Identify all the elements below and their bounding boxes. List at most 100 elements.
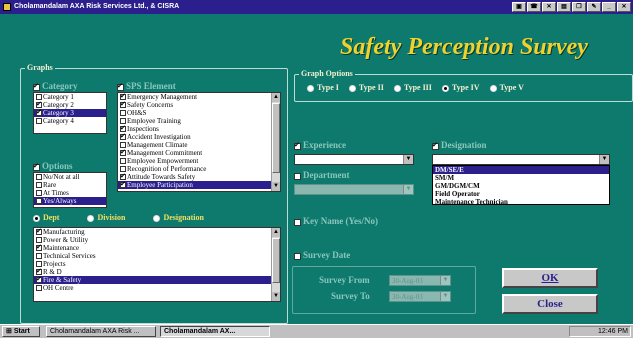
options-checkbox[interactable] — [33, 162, 40, 171]
radio-type-ii[interactable]: Type II — [348, 83, 384, 92]
survey-from-combo[interactable]: 30-Aug-03 ▼ — [389, 275, 451, 286]
list-item-checkbox[interactable] — [120, 100, 126, 109]
list-item-checkbox[interactable] — [36, 275, 42, 284]
list-item[interactable]: Management Commitment — [118, 148, 280, 157]
designation-header[interactable]: Designation — [432, 140, 487, 150]
chevron-down-icon[interactable]: ▼ — [403, 185, 413, 194]
scroll-thumb[interactable] — [272, 238, 280, 283]
list-item-checkbox[interactable] — [120, 148, 126, 157]
options-header[interactable]: Options — [33, 161, 73, 171]
list-item-checkbox[interactable] — [36, 285, 42, 292]
list-item-checkbox[interactable] — [120, 158, 126, 165]
list-item-checkbox[interactable] — [36, 243, 42, 252]
list-item-checkbox[interactable] — [36, 108, 42, 117]
chevron-down-icon[interactable]: ▼ — [440, 276, 450, 285]
list-item[interactable]: At Times — [34, 189, 106, 197]
designation-checkbox[interactable] — [432, 141, 439, 150]
list-item-checkbox[interactable] — [36, 198, 42, 205]
minimize-icon[interactable]: _ — [602, 2, 616, 12]
list-item[interactable]: Fire & Safety — [34, 275, 280, 284]
designation-option[interactable]: GM/DGM/CM — [433, 182, 609, 190]
list-item[interactable]: Category 4 — [34, 117, 106, 125]
designation-combo[interactable]: ▼ — [432, 154, 610, 165]
list-item[interactable]: Category 3 — [34, 108, 106, 117]
radio-dot[interactable] — [441, 84, 449, 92]
options-list[interactable]: No/Not at all Rare At Times Yes/Always — [33, 172, 107, 208]
sps-element-checkbox[interactable] — [117, 82, 124, 91]
chevron-down-icon[interactable]: ▼ — [403, 155, 413, 164]
department-header[interactable]: Department — [294, 170, 350, 180]
sps-element-header[interactable]: SPS Element — [117, 81, 176, 91]
department-combo[interactable]: ▼ — [294, 184, 414, 195]
ok-button[interactable]: OK — [502, 268, 598, 288]
list-item[interactable]: No/Not at all — [34, 173, 106, 181]
close-button[interactable]: Close — [502, 294, 598, 314]
list-item[interactable]: Category 2 — [34, 100, 106, 109]
key-name-header[interactable]: Key Name (Yes/No) — [294, 216, 378, 226]
radio-division[interactable]: Division — [87, 213, 125, 222]
list-item-checkbox[interactable] — [36, 174, 42, 181]
close-icon[interactable]: ✕ — [617, 2, 631, 12]
taskbar-item-1[interactable]: Cholamandalam AXA Risk ... — [46, 326, 156, 337]
radio-dot[interactable] — [393, 84, 401, 92]
designation-option[interactable]: Field Operator — [433, 190, 609, 198]
chevron-down-icon[interactable]: ▼ — [440, 292, 450, 301]
scroll-up-icon[interactable]: ▲ — [272, 93, 280, 102]
list-item[interactable]: Employee Training — [118, 117, 280, 125]
designation-option[interactable]: DM/SE/E — [433, 166, 609, 174]
radio-type-i[interactable]: Type I — [307, 83, 339, 92]
experience-combo[interactable]: ▼ — [294, 154, 414, 165]
toolbar-icon-3[interactable]: ✕ — [542, 2, 556, 12]
list-item-checkbox[interactable] — [36, 182, 42, 189]
taskbar-item-2[interactable]: Cholamandalam AX... — [160, 326, 270, 337]
dept-scrollbar[interactable]: ▲ ▼ — [271, 228, 280, 301]
dept-list[interactable]: ManufacturingPower & UtilityMaintenanceT… — [33, 227, 281, 302]
list-item[interactable]: Rare — [34, 181, 106, 189]
radio-type-iii[interactable]: Type III — [393, 83, 432, 92]
list-item[interactable]: Projects — [34, 260, 280, 268]
scroll-down-icon[interactable]: ▼ — [272, 292, 280, 301]
survey-to-combo[interactable]: 30-Aug-03 ▼ — [389, 291, 451, 302]
list-item[interactable]: OH Centre — [34, 284, 280, 292]
designation-dropdown[interactable]: DM/SE/E SM/M GM/DGM/CM Field Operator Mainte… — [432, 165, 610, 206]
list-item[interactable]: Category 1 — [34, 93, 106, 101]
list-item[interactable]: Safety Concerns — [118, 100, 280, 109]
list-item[interactable]: Attitude Towards Safety — [118, 172, 280, 181]
scroll-thumb[interactable] — [272, 103, 280, 173]
radio-designation[interactable]: Designation — [153, 213, 204, 222]
experience-header[interactable]: Experience — [294, 140, 346, 150]
sps-scrollbar[interactable]: ▲ ▼ — [271, 93, 280, 191]
toolbar-icon-6[interactable]: ✎ — [587, 2, 601, 12]
department-checkbox[interactable] — [294, 172, 301, 180]
toolbar-icon-4[interactable]: ▤ — [557, 2, 571, 12]
designation-option[interactable]: SM/M — [433, 174, 609, 182]
radio-dot[interactable] — [87, 214, 95, 222]
list-item-checkbox[interactable] — [36, 118, 42, 125]
category-checkbox[interactable] — [33, 82, 40, 91]
list-item-checkbox[interactable] — [36, 253, 42, 260]
list-item-checkbox[interactable] — [120, 180, 126, 189]
scroll-down-icon[interactable]: ▼ — [272, 182, 280, 191]
survey-date-checkbox[interactable] — [294, 252, 301, 260]
list-item[interactable]: Recognition of Performance — [118, 165, 280, 173]
list-item[interactable]: Technical Services — [34, 252, 280, 260]
list-item[interactable]: R & D — [34, 267, 280, 276]
list-item-checkbox[interactable] — [120, 110, 126, 117]
toolbar-icon-2[interactable]: ☎ — [527, 2, 541, 12]
toolbar-icon-1[interactable]: ▣ — [512, 2, 526, 12]
list-item[interactable]: Emergency Management — [118, 93, 280, 101]
list-item[interactable]: Inspections — [118, 124, 280, 133]
radio-type-iv[interactable]: Type IV — [441, 83, 480, 92]
experience-checkbox[interactable] — [294, 141, 301, 150]
list-item[interactable]: Maintenance — [34, 243, 280, 252]
chevron-down-icon[interactable]: ▼ — [599, 155, 609, 164]
category-list[interactable]: Category 1Category 2Category 3Category 4 — [33, 92, 107, 134]
list-item[interactable]: Management Climate — [118, 141, 280, 149]
list-item[interactable]: Manufacturing — [34, 228, 280, 236]
radio-dot[interactable] — [33, 214, 40, 222]
radio-dot[interactable] — [307, 84, 314, 92]
radio-dot[interactable] — [348, 84, 356, 92]
list-item[interactable]: OH&S — [118, 109, 280, 117]
list-item-checkbox[interactable] — [120, 132, 126, 141]
category-header[interactable]: Category — [33, 81, 78, 91]
